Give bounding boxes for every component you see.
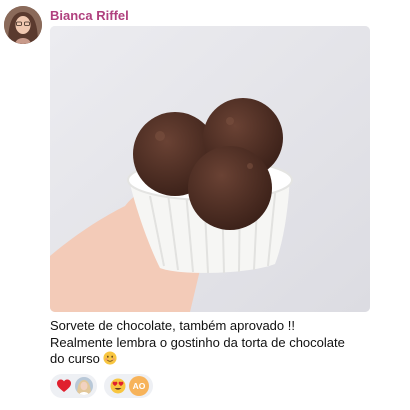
message-line: do curso	[50, 351, 390, 368]
post-photo[interactable]	[50, 26, 370, 312]
heart-eyes-icon	[110, 378, 126, 394]
reactor-initials-avatar: AO	[129, 376, 149, 396]
reactor-avatar	[75, 377, 93, 395]
reactions-bar: AO	[50, 374, 153, 398]
reaction-heart-eyes[interactable]: AO	[104, 374, 153, 398]
message-text: Sorvete de chocolate, também aprovado !!…	[50, 318, 390, 368]
author-avatar[interactable]	[4, 6, 42, 44]
author-name[interactable]: Bianca Riffel	[50, 8, 129, 23]
reaction-heart[interactable]	[50, 374, 97, 398]
message-line: Sorvete de chocolate, também aprovado !!	[50, 318, 295, 333]
message-line: Realmente lembra o gostinho da torta de …	[50, 334, 345, 350]
heart-icon	[57, 379, 71, 392]
smiling-face-icon	[103, 351, 117, 365]
